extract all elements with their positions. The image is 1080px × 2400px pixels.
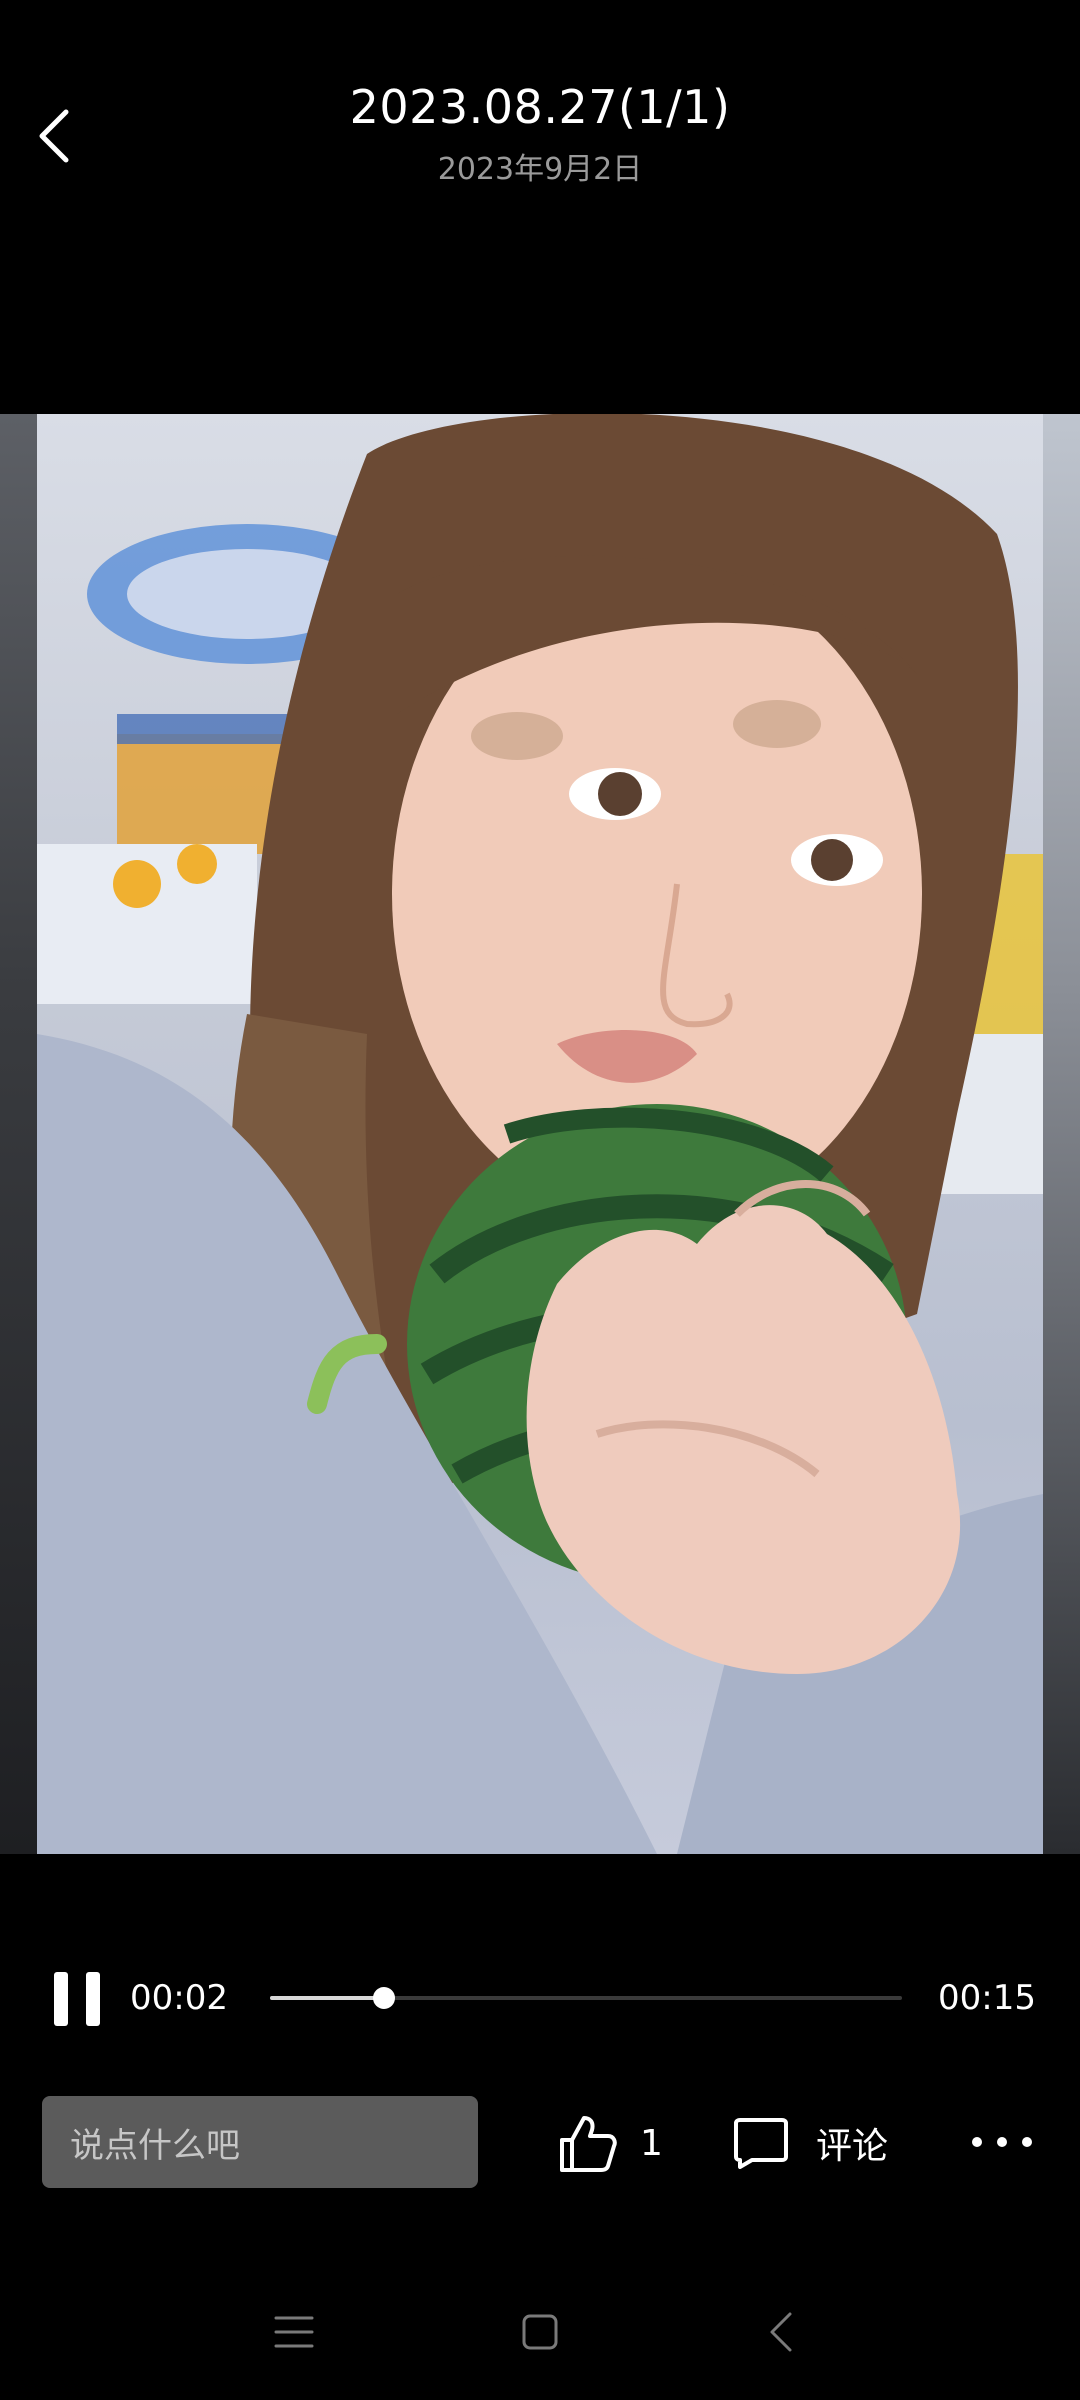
comment-label: 评论 — [816, 2126, 889, 2167]
next-media-edge — [1042, 414, 1080, 1854]
current-time: 00:02 — [130, 1978, 228, 2018]
page-title: 2023.08.27(1/1) — [349, 80, 731, 134]
page-subtitle: 2023年9月2日 — [437, 152, 643, 187]
seek-handle[interactable] — [373, 1987, 395, 2009]
pause-icon — [54, 1972, 68, 2026]
comment-button[interactable]: 评论 — [732, 2108, 888, 2178]
like-count: 1 — [640, 2122, 663, 2164]
more-dot — [1022, 2137, 1032, 2147]
like-button[interactable]: 1 — [556, 2108, 663, 2178]
comment-input-placeholder: 说点什么吧 — [70, 2125, 240, 2166]
more-dots-icon — [972, 2137, 982, 2147]
video-frame-image — [37, 414, 1043, 1854]
comment-bubble-icon — [734, 2118, 788, 2169]
home-square-icon[interactable] — [520, 2312, 560, 2352]
video-player[interactable] — [0, 414, 1080, 1854]
total-time: 00:15 — [938, 1978, 1036, 2018]
previous-media-edge — [0, 414, 38, 1854]
selfie-illustration — [37, 414, 1043, 1854]
back-chevron-icon[interactable] — [766, 2310, 796, 2354]
more-button[interactable] — [972, 2122, 1032, 2162]
thumbs-up-icon — [560, 2116, 617, 2172]
pause-button[interactable] — [54, 1972, 102, 2026]
more-dot — [997, 2137, 1007, 2147]
seek-progress — [270, 1996, 384, 2000]
comment-input[interactable]: 说点什么吧 — [42, 2096, 478, 2188]
pause-icon-bar — [86, 1972, 100, 2026]
menu-icon[interactable] — [272, 2312, 316, 2352]
